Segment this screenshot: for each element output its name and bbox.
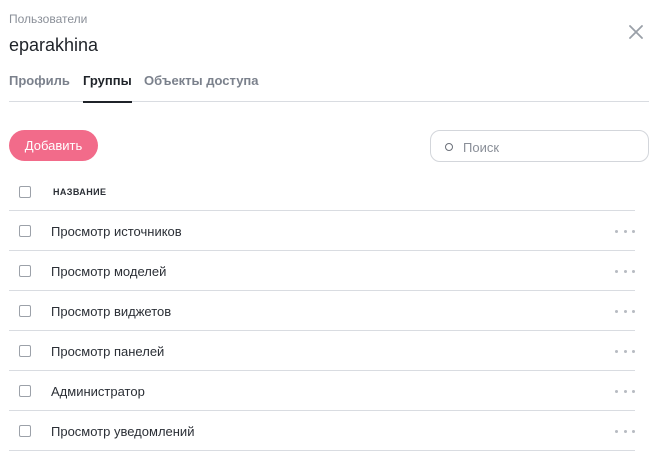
table-row[interactable]: Просмотр источников bbox=[9, 211, 635, 251]
user-panel: Пользователи eparakhina Профиль Группы О… bbox=[0, 0, 664, 460]
search-icon bbox=[445, 143, 453, 151]
page-title: eparakhina bbox=[9, 35, 99, 55]
search-input[interactable] bbox=[463, 137, 643, 157]
row-checkbox[interactable] bbox=[19, 265, 31, 277]
close-icon bbox=[629, 25, 643, 39]
groups-table: НАЗВАНИЕ Просмотр источников Просмотр мо… bbox=[9, 172, 635, 451]
group-name: Просмотр источников bbox=[51, 224, 182, 239]
row-checkbox[interactable] bbox=[19, 385, 31, 397]
more-dots-icon bbox=[615, 349, 618, 353]
row-checkbox[interactable] bbox=[19, 345, 31, 357]
more-dots-icon bbox=[615, 309, 618, 313]
group-name: Просмотр уведомлений bbox=[51, 424, 195, 439]
group-name: Просмотр панелей bbox=[51, 344, 165, 359]
more-dots-icon bbox=[615, 229, 618, 233]
row-checkbox[interactable] bbox=[19, 225, 31, 237]
tab-profile[interactable]: Профиль bbox=[9, 72, 70, 102]
search-box[interactable] bbox=[430, 130, 649, 162]
more-options-button[interactable] bbox=[615, 344, 635, 358]
column-header-name[interactable]: НАЗВАНИЕ bbox=[53, 187, 106, 197]
table-row[interactable]: Просмотр виджетов bbox=[9, 291, 635, 331]
more-dots-icon bbox=[615, 429, 618, 433]
more-dots-icon bbox=[615, 389, 618, 393]
table-row[interactable]: Просмотр панелей bbox=[9, 331, 635, 371]
group-name: Просмотр виджетов bbox=[51, 304, 172, 319]
group-name: Просмотр моделей bbox=[51, 264, 167, 279]
row-checkbox[interactable] bbox=[19, 425, 31, 437]
table-row[interactable]: Администратор bbox=[9, 371, 635, 411]
row-checkbox[interactable] bbox=[19, 305, 31, 317]
breadcrumb[interactable]: Пользователи bbox=[9, 12, 87, 26]
more-options-button[interactable] bbox=[615, 384, 635, 398]
close-button[interactable] bbox=[626, 22, 646, 42]
tab-bar: Профиль Группы Объекты доступа bbox=[9, 72, 649, 103]
tab-groups[interactable]: Группы bbox=[83, 72, 132, 103]
select-all-checkbox[interactable] bbox=[19, 186, 31, 198]
add-button[interactable]: Добавить bbox=[9, 130, 98, 161]
more-options-button[interactable] bbox=[615, 224, 635, 238]
table-header: НАЗВАНИЕ bbox=[9, 172, 635, 211]
tab-access-objects[interactable]: Объекты доступа bbox=[144, 72, 259, 102]
more-options-button[interactable] bbox=[615, 424, 635, 438]
more-options-button[interactable] bbox=[615, 264, 635, 278]
table-row[interactable]: Просмотр уведомлений bbox=[9, 411, 635, 451]
more-options-button[interactable] bbox=[615, 304, 635, 318]
table-row[interactable]: Просмотр моделей bbox=[9, 251, 635, 291]
group-name: Администратор bbox=[51, 384, 145, 399]
more-dots-icon bbox=[615, 269, 618, 273]
